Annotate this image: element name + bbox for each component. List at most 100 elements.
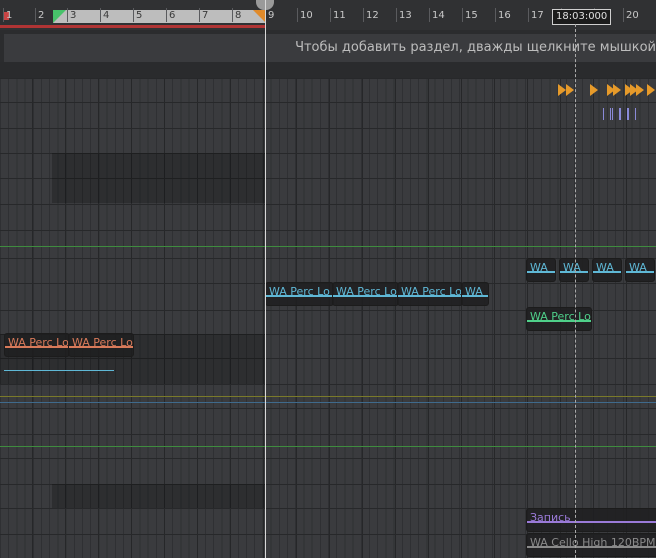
bar-line	[461, 409, 462, 434]
clip-waveform	[527, 271, 555, 273]
ruler-bar-number: 4	[103, 10, 110, 21]
bar-line	[560, 129, 561, 153]
bar-line	[527, 205, 528, 230]
marker-stem-icon	[628, 108, 636, 120]
bar-line	[428, 535, 429, 558]
marker-flag-icon[interactable]	[590, 84, 598, 96]
audio-clip[interactable]: WA	[559, 258, 589, 282]
track-lane[interactable]	[0, 408, 656, 434]
bar-line	[329, 359, 330, 384]
bar-line	[329, 231, 330, 258]
bar-line	[263, 129, 264, 153]
marker-flag-icon[interactable]	[647, 84, 655, 96]
bar-line	[98, 509, 99, 534]
ruler-bar-number: 2	[38, 10, 45, 21]
bar-line	[560, 154, 561, 178]
bar-line	[494, 179, 495, 204]
track-lane[interactable]	[0, 458, 656, 484]
bar-line	[329, 79, 330, 102]
loop-start-marker[interactable]	[53, 10, 66, 23]
audio-clip[interactable]: WA Perc Lo	[526, 307, 592, 331]
audio-clip[interactable]: WA Perc Lo	[397, 282, 463, 306]
bar-line	[131, 231, 132, 258]
bar-line	[98, 409, 99, 434]
bar-line	[395, 231, 396, 258]
bar-line	[362, 359, 363, 384]
bar-line	[32, 179, 33, 204]
bar-line	[230, 535, 231, 558]
bar-line	[131, 311, 132, 334]
bar-line	[494, 459, 495, 484]
bar-line	[263, 231, 264, 258]
audio-clip[interactable]: WA Perc Lo	[4, 333, 70, 357]
audio-clip[interactable]: Запись	[526, 508, 656, 532]
audio-clip[interactable]: WA	[625, 258, 655, 282]
bar-line	[494, 359, 495, 384]
bar-line	[131, 409, 132, 434]
ruler-tick	[528, 8, 529, 22]
ruler-tick	[3, 8, 4, 22]
ruler-bar-number: 13	[399, 10, 412, 21]
bar-line	[296, 485, 297, 508]
bar-line	[461, 205, 462, 230]
audio-clip[interactable]: WA Perc Lo	[332, 282, 399, 306]
timeline-ruler[interactable]: 1234567891011121314151617181920 18:03:00…	[0, 0, 656, 30]
bar-line	[329, 485, 330, 508]
track-lane[interactable]	[0, 258, 656, 283]
bar-line	[494, 311, 495, 334]
ruler-bar-number: 12	[366, 10, 379, 21]
ruler-bar-number: 1	[6, 10, 13, 21]
bar-line	[230, 409, 231, 434]
marker-flag-icon[interactable]	[566, 84, 574, 96]
ruler-tick	[429, 8, 430, 22]
arrangement-track[interactable]: Чтобы добавить раздел, дважды щелкните м…	[4, 34, 656, 62]
automation-line	[0, 246, 656, 247]
bar-line	[461, 231, 462, 258]
bar-line	[32, 535, 33, 558]
bar-line	[296, 359, 297, 384]
ruler-tick	[330, 8, 331, 22]
playhead[interactable]	[265, 0, 266, 558]
audio-clip[interactable]: WA	[526, 258, 556, 282]
bar-line	[428, 509, 429, 534]
track-lane[interactable]	[0, 128, 656, 153]
clip-waveform	[626, 271, 654, 273]
audio-clip[interactable]: WA Perc Lo	[265, 282, 334, 306]
marker-flag-icon[interactable]	[558, 84, 566, 96]
track-area[interactable]: WA Perc Lo WA Perc Lo WA Perc Lo WA WA WA WA WA…	[0, 78, 656, 558]
bar-line	[461, 359, 462, 384]
bar-line	[164, 79, 165, 102]
track-lane[interactable]	[0, 204, 656, 230]
bar-line	[65, 509, 66, 534]
bar-line	[428, 311, 429, 334]
bar-line	[98, 205, 99, 230]
bar-line	[461, 485, 462, 508]
ruler-bar-number: 16	[498, 10, 511, 21]
bar-line	[593, 179, 594, 204]
bar-line	[362, 205, 363, 230]
audio-clip[interactable]: WA	[592, 258, 622, 282]
bar-line	[98, 459, 99, 484]
audio-clip[interactable]: WA Perc Lo	[68, 333, 134, 357]
marker-stem-icon	[620, 108, 628, 120]
track-lane[interactable]	[0, 230, 656, 258]
bar-line	[560, 205, 561, 230]
audio-clip[interactable]: WA Cello High 120BPM	[526, 533, 656, 557]
bar-line	[560, 103, 561, 128]
bar-line	[395, 79, 396, 102]
bar-line	[65, 311, 66, 334]
clip-waveform	[560, 271, 588, 273]
bar-line	[362, 335, 363, 358]
bar-line	[131, 79, 132, 102]
bar-line	[395, 205, 396, 230]
audio-clip[interactable]: WA	[461, 282, 489, 306]
bar-line	[626, 284, 627, 310]
marker-stem-icon	[612, 108, 620, 120]
bar-line	[230, 311, 231, 334]
bar-line	[65, 79, 66, 102]
bar-line	[329, 259, 330, 283]
bar-line	[494, 509, 495, 534]
track-lane[interactable]	[0, 102, 656, 128]
marker-flag-icon[interactable]	[613, 84, 621, 96]
marker-flag-icon[interactable]	[636, 84, 644, 96]
